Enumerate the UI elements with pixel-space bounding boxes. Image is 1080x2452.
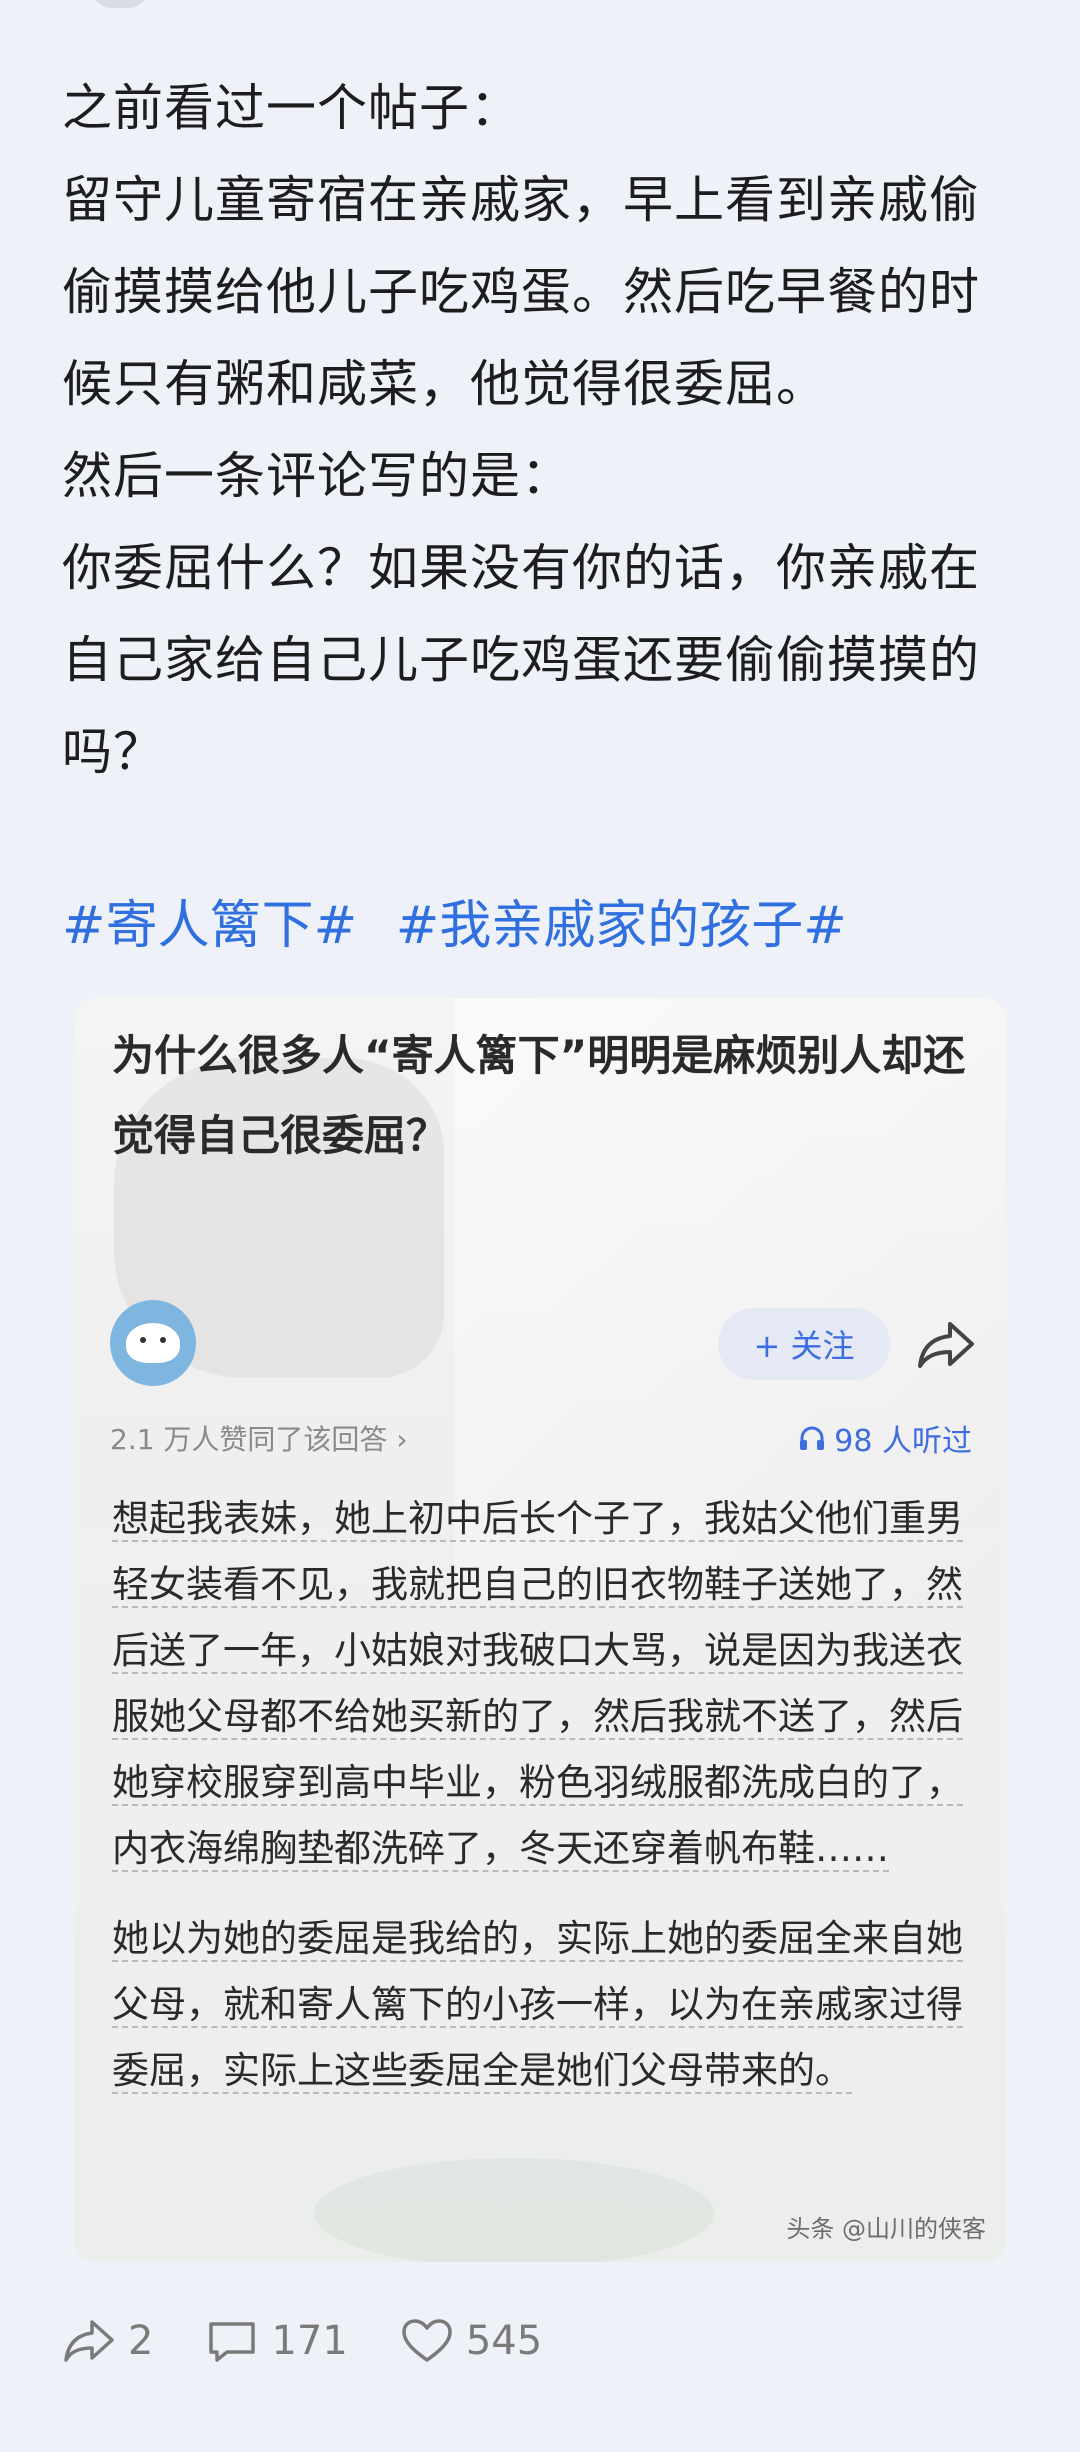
card-question-title: 为什么很多人“寄人篱下”明明是麻烦别人却还觉得自己很委屈？	[112, 1031, 966, 1160]
heart-icon	[402, 2319, 452, 2362]
author-avatar[interactable]	[90, 0, 150, 8]
hashtag-link[interactable]: #我亲戚家的孩子#	[396, 896, 847, 956]
headphones-icon	[800, 1426, 825, 1450]
hashtag-link[interactable]: #寄人篱下#	[62, 896, 357, 956]
hashtag-row: #寄人篱下# #我亲戚家的孩子#	[62, 880, 869, 972]
listened-label: 98 人听过	[834, 1424, 972, 1459]
avatar-face-icon	[126, 1323, 180, 1363]
share-button[interactable]: 2	[62, 2316, 153, 2366]
answer-body: 想起我表妹，她上初中后长个子了，我姑父他们重男轻女装看不见，我就把自己的旧衣物鞋…	[112, 1486, 974, 2128]
share-icon	[64, 2320, 114, 2362]
answer-paragraph-1: 想起我表妹，她上初中后长个子了，我姑父他们重男轻女装看不见，我就把自己的旧衣物鞋…	[112, 1497, 963, 1872]
source-watermark: 头条 @山川的侠客	[786, 2215, 986, 2243]
share-count: 2	[128, 2318, 154, 2364]
forward-arrow-icon[interactable]	[916, 1316, 976, 1372]
post-action-bar: 2 171 545	[62, 2306, 542, 2376]
comment-button[interactable]: 171	[205, 2316, 348, 2366]
card-background-shape	[314, 2158, 714, 2262]
post-line-3: 然后一条评论写的是：	[62, 447, 572, 505]
post-body: 之前看过一个帖子： 留守儿童寄宿在亲戚家，早上看到亲戚偷偷摸摸给他儿子吃鸡蛋。然…	[62, 62, 1022, 798]
like-button[interactable]: 545	[400, 2316, 542, 2366]
answer-paragraph-2: 她以为她的委屈是我给的，实际上她的委屈全来自她父母，就和寄人篱下的小孩一样，以为…	[112, 1917, 963, 2094]
comment-icon	[209, 2322, 256, 2362]
like-count: 545	[465, 2318, 543, 2364]
quoted-answer-card[interactable]: 为什么很多人“寄人篱下”明明是麻烦别人却还觉得自己很委屈？ + 关注 2.1 万…	[74, 998, 1006, 2262]
follow-button[interactable]: + 关注	[718, 1308, 890, 1380]
comment-count: 171	[271, 2318, 348, 2364]
answerer-avatar[interactable]	[110, 1300, 196, 1386]
post-line-2: 留守儿童寄宿在亲戚家，早上看到亲戚偷偷摸摸给他儿子吃鸡蛋。然后吃早餐的时候只有粥…	[62, 171, 980, 413]
agree-count-link[interactable]: 2.1 万人赞同了该回答 ›	[110, 1418, 408, 1458]
post-line-4: 你委屈什么？如果没有你的话，你亲戚在自己家给自己儿子吃鸡蛋还要偷偷摸摸的吗？	[62, 539, 980, 781]
post-line-1: 之前看过一个帖子：	[62, 79, 521, 137]
listened-count[interactable]: 98 人听过	[798, 1416, 972, 1460]
